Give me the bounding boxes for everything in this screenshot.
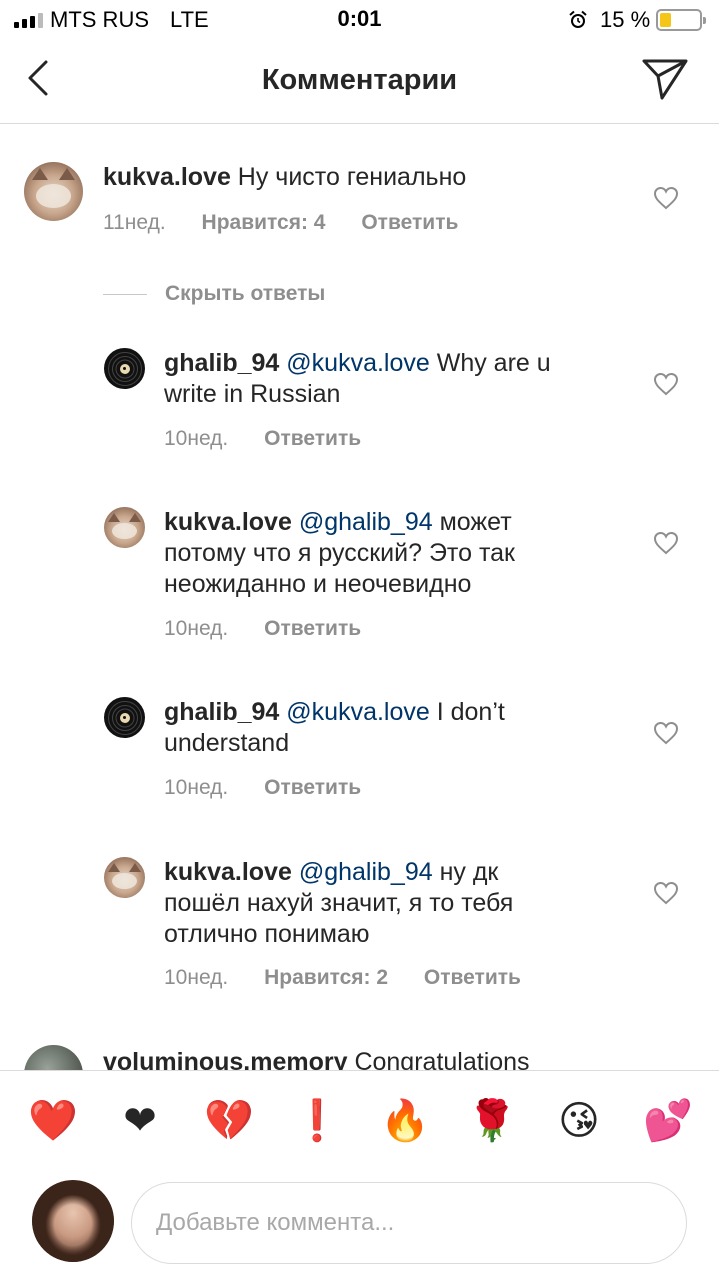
reply-body-line2: потому что я русский? Это так bbox=[164, 539, 515, 567]
reply-body-line2: write in Russian bbox=[164, 380, 341, 408]
reply-button[interactable]: Ответить bbox=[361, 211, 458, 234]
comment-time: 11нед. bbox=[103, 211, 166, 234]
rose-emoji-icon[interactable]: 🌹 bbox=[467, 1097, 517, 1145]
my-avatar bbox=[32, 1180, 114, 1262]
heart-emoji-icon[interactable]: ❤ bbox=[116, 1097, 164, 1145]
heart-icon[interactable] bbox=[653, 372, 679, 396]
reply-item: ghalib_94 @kukva.love Why are u write in… bbox=[0, 335, 719, 475]
heart-icon[interactable] bbox=[653, 721, 679, 745]
paper-plane-icon[interactable] bbox=[640, 56, 690, 102]
reply-mention[interactable]: @kukva.love bbox=[286, 349, 430, 377]
reply-item: kukva.love @ghalib_94 может потому что я… bbox=[0, 495, 719, 645]
reply-meta: 10нед. Ответить bbox=[164, 776, 391, 800]
reply-username[interactable]: ghalib_94 bbox=[164, 349, 279, 377]
reply-body-line1: Why are u bbox=[429, 349, 551, 377]
alarm-icon bbox=[569, 10, 587, 28]
reply-meta: 10нед. Нравится: 2 Ответить bbox=[164, 966, 551, 990]
avatar[interactable] bbox=[24, 1045, 83, 1070]
comment-text: voluminous.memory Congratulations bbox=[103, 1047, 633, 1070]
reply-button[interactable]: Ответить bbox=[264, 427, 361, 450]
reply-button[interactable]: Ответить bbox=[424, 966, 521, 989]
hide-replies-label: Скрыть ответы bbox=[165, 282, 326, 305]
reply-mention[interactable]: @ghalib_94 bbox=[299, 858, 433, 886]
comment-body: Congratulations bbox=[347, 1048, 530, 1070]
reply-text: kukva.love @ghalib_94 ну дк пошёл нахуй … bbox=[164, 857, 624, 950]
heart-icon[interactable] bbox=[653, 881, 679, 905]
battery-icon bbox=[656, 9, 706, 31]
divider-line bbox=[103, 293, 147, 295]
battery-level bbox=[660, 13, 672, 27]
reply-username[interactable]: kukva.love bbox=[164, 508, 292, 536]
broken-heart-emoji-icon[interactable]: 💔 bbox=[204, 1097, 254, 1145]
avatar[interactable] bbox=[104, 697, 145, 738]
reply-text: kukva.love @ghalib_94 может потому что я… bbox=[164, 507, 624, 600]
battery-percentage: 15 % bbox=[600, 7, 651, 32]
reply-body-line1: ну дк bbox=[432, 858, 499, 886]
exclamation-heart-emoji-icon[interactable]: ❗ bbox=[292, 1097, 342, 1145]
avatar[interactable] bbox=[24, 162, 83, 221]
reply-text: ghalib_94 @kukva.love Why are u write in… bbox=[164, 348, 624, 410]
avatar[interactable] bbox=[104, 857, 145, 898]
heart-icon[interactable] bbox=[653, 531, 679, 555]
comment-input[interactable] bbox=[131, 1182, 687, 1264]
reply-body-line1: I don’t bbox=[429, 698, 505, 726]
reply-item: kukva.love @ghalib_94 ну дк пошёл нахуй … bbox=[0, 845, 719, 1015]
reply-meta: 10нед. Ответить bbox=[164, 427, 391, 451]
reply-item: ghalib_94 @kukva.love I don’t understand… bbox=[0, 685, 719, 825]
comment-body: Ну чисто гениально bbox=[230, 163, 467, 191]
fire-emoji-icon[interactable]: 🔥 bbox=[380, 1097, 430, 1145]
comment-item: kukva.love Ну чисто гениально 11нед. Нра… bbox=[0, 125, 719, 265]
page-title: Комментарии bbox=[261, 64, 458, 96]
hide-replies-toggle[interactable]: Скрыть ответы bbox=[103, 281, 325, 307]
reply-button[interactable]: Ответить bbox=[264, 776, 361, 799]
header: Комментарии bbox=[0, 40, 719, 124]
reply-time: 10нед. bbox=[164, 776, 229, 799]
likes-count[interactable]: Нравится: 4 bbox=[202, 211, 326, 234]
reply-body-line2: understand bbox=[164, 729, 290, 757]
comment-item: voluminous.memory Congratulations bbox=[0, 1045, 719, 1070]
reply-mention[interactable]: @ghalib_94 bbox=[299, 508, 433, 536]
reply-button[interactable]: Ответить bbox=[264, 617, 361, 640]
likes-count[interactable]: Нравится: 2 bbox=[264, 966, 388, 989]
reply-text: ghalib_94 @kukva.love I don’t understand bbox=[164, 697, 624, 759]
heart-icon[interactable] bbox=[653, 186, 679, 210]
comment-username[interactable]: voluminous.memory bbox=[103, 1048, 348, 1070]
comment-composer bbox=[0, 1170, 719, 1280]
reply-mention[interactable]: @kukva.love bbox=[286, 698, 430, 726]
two-hearts-emoji-icon[interactable]: 💕 bbox=[643, 1097, 693, 1145]
status-bar: MTS RUS LTE 0:01 15 % bbox=[0, 0, 719, 40]
reply-time: 10нед. bbox=[164, 617, 229, 640]
reply-body-line2: пошёл нахуй значит, я то тебя bbox=[164, 889, 514, 917]
comments-list: kukva.love Ну чисто гениально 11нед. Нра… bbox=[0, 125, 719, 1070]
comment-text: kukva.love Ну чисто гениально bbox=[103, 162, 633, 193]
reply-username[interactable]: ghalib_94 bbox=[164, 698, 279, 726]
comment-meta: 11нед. Нравится: 4 Ответить bbox=[103, 211, 488, 235]
avatar[interactable] bbox=[104, 507, 145, 548]
reply-body-line1: может bbox=[432, 508, 512, 536]
emoji-quick-reactions: ❤️ ❤ 💔 ❗ 🔥 🌹 😘 💕 bbox=[0, 1070, 719, 1170]
reply-time: 10нед. bbox=[164, 966, 229, 989]
reply-meta: 10нед. Ответить bbox=[164, 617, 391, 641]
reply-username[interactable]: kukva.love bbox=[164, 858, 292, 886]
reply-body-line3: неожиданно и неочевидно bbox=[164, 570, 472, 598]
avatar[interactable] bbox=[104, 348, 145, 389]
reply-body-line3: отлично понимаю bbox=[164, 920, 370, 948]
kiss-face-emoji-icon[interactable]: 😘 bbox=[555, 1097, 603, 1145]
reply-time: 10нед. bbox=[164, 427, 229, 450]
comment-username[interactable]: kukva.love bbox=[103, 163, 231, 191]
red-heart-emoji-icon[interactable]: ❤️ bbox=[28, 1097, 78, 1145]
